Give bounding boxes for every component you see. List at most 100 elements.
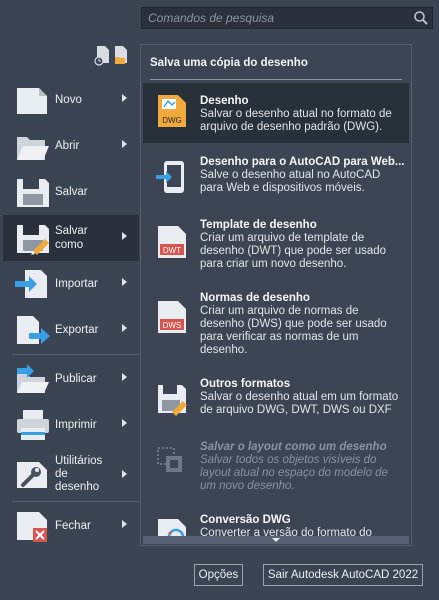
option-title: Desenho para o AutoCAD para Web... [200,156,405,168]
option-description-line: layout atual no espaço do modelo de [200,467,388,479]
dwg-file-icon: DWG [158,95,186,127]
search-placeholder: Comandos de pesquisa [148,11,275,25]
open-folder-icon [17,137,49,160]
menu-item-importar[interactable]: Importar [3,261,139,307]
dwt-icon-label: DWT [163,246,181,255]
top-bar: Comandos de pesquisa [0,0,439,36]
menu-label: Importar [55,278,98,290]
new-document-icon [17,88,47,114]
menu-item-salvar[interactable]: Salvar [3,169,139,215]
option-description-line: um novo desenho. [200,480,295,492]
chevron-right-icon [122,520,127,528]
option-normas[interactable]: DWS Normas de desenho Criar um arquivo d… [143,285,409,365]
option-description-line: para verificar as normas de um [200,331,359,343]
recent-documents-icon[interactable] [93,44,133,66]
option-description: Salvar todos os objetos visíveis do layo… [200,454,405,493]
option-description-line: Salve o desenho atual no AutoCAD [200,169,381,181]
dws-icon-label: DWS [163,321,182,330]
scroll-down-button[interactable] [143,536,409,544]
option-template[interactable]: DWT Template de desenho Criar um arquivo… [143,212,409,280]
save-icon [17,179,49,207]
option-description: Converter a versão do formato do [200,527,405,536]
dwt-file-icon: DWT [158,226,186,258]
option-autocad-web[interactable]: Desenho para o AutoCAD para Web... Salve… [143,149,409,205]
publish-icon [17,364,49,393]
chevron-right-icon [122,232,127,240]
menu-label: Salvar [55,186,88,198]
menu-item-imprimir[interactable]: Imprimir [3,402,139,448]
option-description-line: Salvar o desenho atual no formato de [200,108,392,120]
option-description: Salvar o desenho atual no formato de arq… [200,108,405,134]
chevron-right-icon [122,419,127,427]
option-title: Desenho [200,95,249,107]
panel-divider [150,79,402,80]
export-icon [17,316,50,344]
menu-item-publicar[interactable]: Publicar [3,356,139,402]
menu-item-novo[interactable]: Novo [3,77,139,123]
option-description: Criar um arquivo de template de desenho … [200,232,405,271]
search-box[interactable]: Comandos de pesquisa [141,7,433,29]
exit-autocad-button[interactable]: Sair Autodesk AutoCAD 2022 [263,564,423,586]
option-title: Conversão DWG [200,514,291,526]
option-conversao-dwg[interactable]: Conversão DWG Converter a versão do form… [143,507,409,536]
chevron-down-icon [272,538,280,542]
option-description-line: para criar um novo desenho. [200,258,347,270]
option-description: Salvar o desenho atual em um formato de … [200,391,405,417]
chevron-right-icon [122,470,127,478]
close-document-icon [17,512,47,542]
menu-separator [12,354,139,355]
chevron-right-icon [122,373,127,381]
option-description: Criar um arquivo de normas de desenho (D… [200,305,405,357]
search-icon[interactable] [413,10,429,26]
dws-file-icon: DWS [158,301,186,333]
mobile-device-icon [156,161,184,193]
option-description-line: desenho (DWT) que pode ser usado [200,245,387,257]
option-salvar-layout: Salvar o layout como um desenho Salvar t… [143,434,409,502]
chevron-right-icon [122,324,127,332]
save-as-icon [17,225,49,255]
menu-item-fechar[interactable]: Fechar [3,503,139,549]
menu-label-line1: Utilitários [55,455,103,467]
save-as-flyout: Salva uma cópia do desenho DWG Desenho S… [140,44,412,546]
option-title: Normas de desenho [200,292,310,304]
options-button[interactable]: Opções [194,564,243,586]
wrench-icon [17,462,47,488]
menu-separator [12,501,139,502]
dwg-convert-icon [158,519,186,536]
option-description-line: Salvar todos os objetos visíveis do [200,454,377,466]
menu-label: Fechar [55,520,91,532]
option-description-line: desenho (DWS) que pode ser usado [200,318,387,330]
chevron-right-icon [122,140,127,148]
menu-label: Abrir [55,140,80,152]
menu-label-line2: de [55,468,68,480]
import-icon [15,270,47,298]
option-description-line: Criar um arquivo de template de [200,232,365,244]
panel-title: Salva uma cópia do desenho [150,57,308,69]
menu-label: Exportar [55,324,99,336]
option-description-line: desenho. [200,344,248,356]
menu-label-line3: desenho [55,481,100,493]
option-description-line: de arquivo DWG, DWT, DWS ou DXF [200,404,392,416]
dwg-icon-label: DWG [162,116,182,125]
option-outros-formatos[interactable]: Outros formatos Salvar o desenho atual e… [143,371,409,427]
menu-item-abrir[interactable]: Abrir [3,123,139,169]
menu-label-line1: Salvar [55,225,88,237]
printer-icon [17,410,49,440]
menu-label-line2: como [55,239,84,251]
option-description: Salve o desenho atual no AutoCAD para We… [200,169,405,195]
chevron-right-icon [122,278,127,286]
option-title: Outros formatos [200,378,291,390]
menu-label: Imprimir [55,419,97,431]
option-description-line: para Web e dispositivos móveis. [200,182,365,194]
menu-label: Publicar [55,373,97,385]
option-description-line: Converter a versão do formato do [200,527,372,536]
menu-item-utilitarios[interactable]: Utilitários de desenho [3,448,139,500]
option-title: Template de desenho [200,219,317,231]
option-description-line: Salvar o desenho atual em um formato [200,391,399,403]
menu-item-exportar[interactable]: Exportar [3,307,139,353]
option-title: Salvar o layout como um desenho [200,441,387,453]
application-menu: Novo Abrir Salvar Salvar como Importar E… [0,77,140,557]
menu-item-salvar-como[interactable]: Salvar como [3,215,139,261]
option-desenho[interactable]: DWG Desenho Salvar o desenho atual no fo… [143,83,409,143]
option-description-line: Criar um arquivo de normas de [200,305,359,317]
